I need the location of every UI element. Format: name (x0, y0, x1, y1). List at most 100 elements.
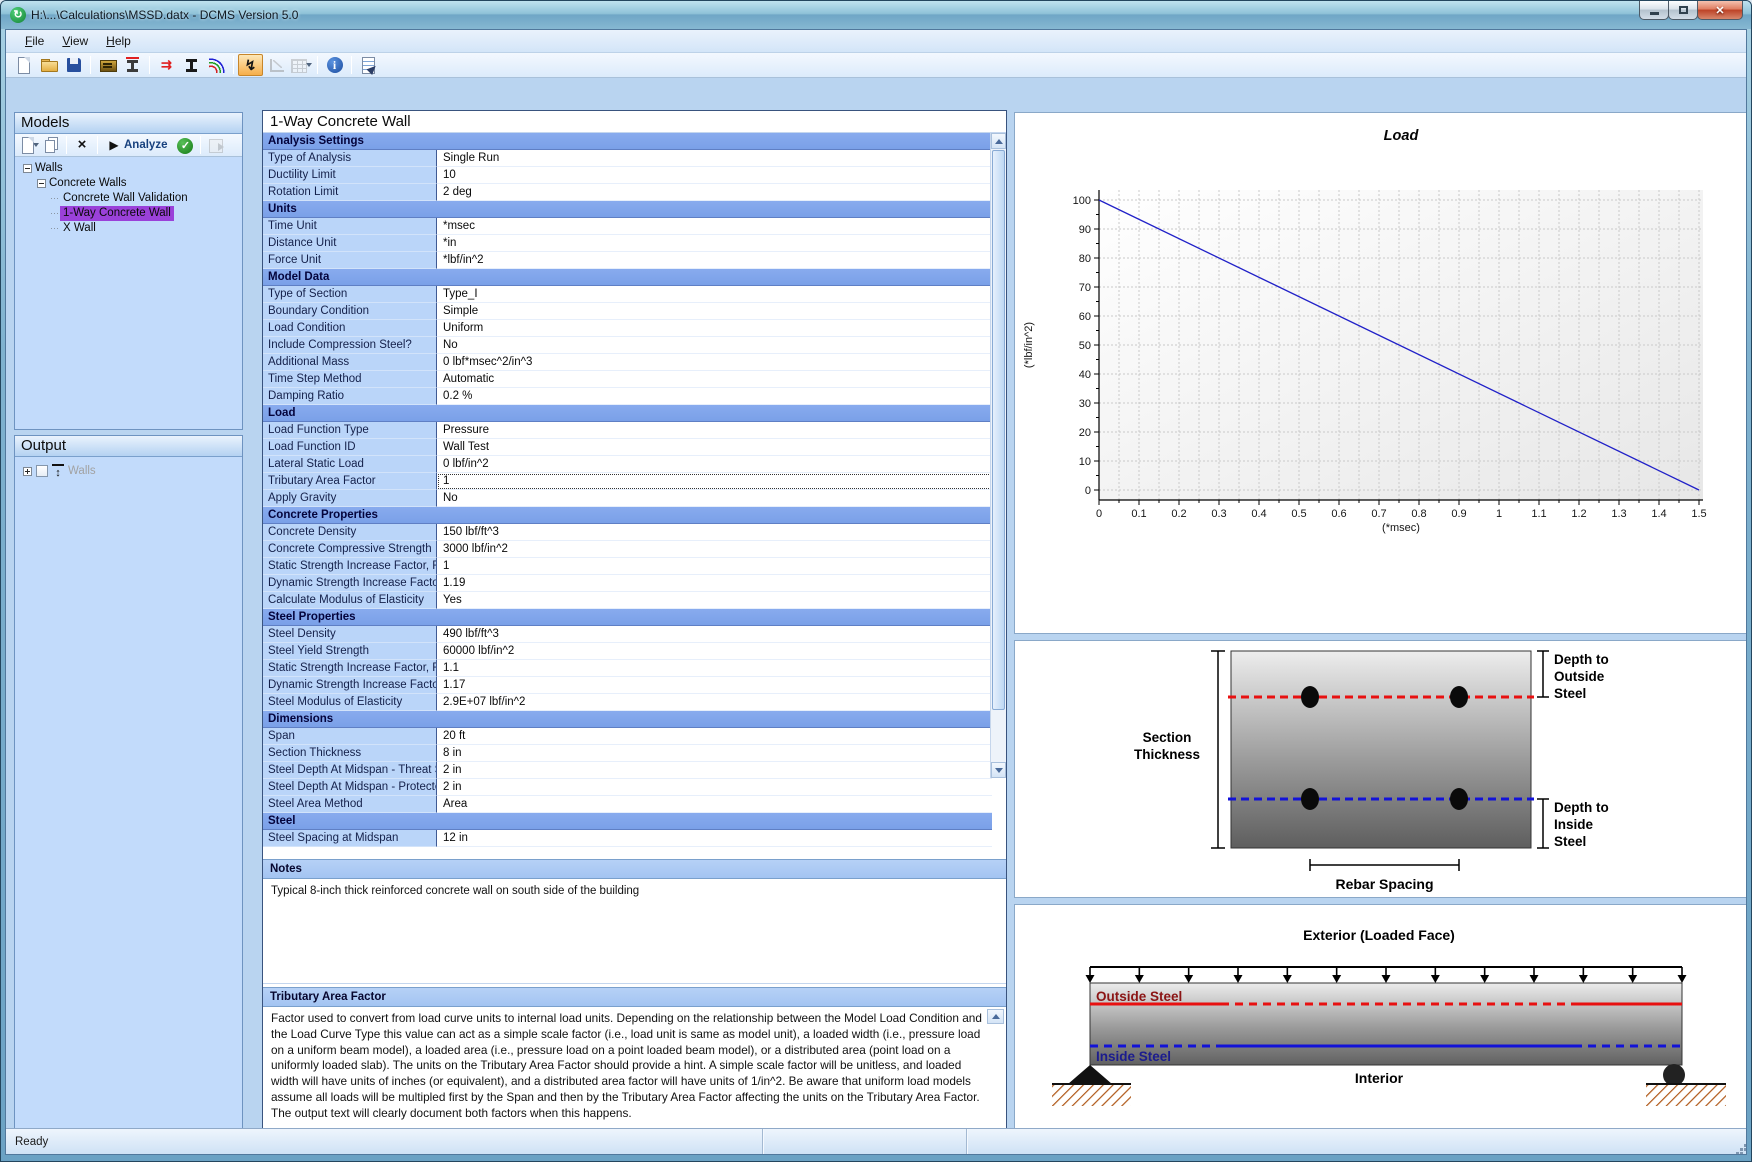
grid-row-value[interactable]: Area (437, 796, 992, 813)
grid-row-value[interactable]: 1.19 (437, 575, 992, 592)
grid-row[interactable]: Time Step MethodAutomatic (263, 371, 992, 388)
close-button[interactable]: ✕ (1697, 1, 1743, 20)
grid-row-value[interactable]: 8 in (437, 745, 992, 762)
notes-textarea[interactable]: Typical 8-inch thick reinforced concrete… (263, 879, 1006, 984)
save-icon[interactable] (61, 54, 86, 76)
grid-row[interactable]: Dynamic Strength Increase Factor, Fy1.17 (263, 677, 992, 694)
grid-row-value[interactable]: No (437, 337, 992, 354)
grid-row[interactable]: Type of AnalysisSingle Run (263, 150, 992, 167)
grid-row[interactable]: Steel Area MethodArea (263, 796, 992, 813)
grid-row[interactable]: Distance Unit*in (263, 235, 992, 252)
tree-item-concrete-wall-validation[interactable]: Concrete Wall Validation (15, 191, 242, 206)
grid-row-value[interactable]: 3000 lbf/in^2 (437, 541, 992, 558)
grid-row-value[interactable]: 12 in (437, 830, 992, 847)
grid-row[interactable]: Additional Mass0 lbf*msec^2/in^3 (263, 354, 992, 371)
grid-row-value[interactable]: 2 in (437, 779, 992, 796)
tree-expander-icon[interactable] (37, 179, 46, 188)
report-icon[interactable] (356, 54, 381, 76)
load-curves-icon[interactable] (204, 54, 229, 76)
grid-row-value[interactable]: *msec (437, 218, 992, 235)
scroll-down-button[interactable] (991, 762, 1006, 778)
grid-row[interactable]: Span20 ft (263, 728, 992, 745)
grid-row[interactable]: Steel Modulus of Elasticity2.9E+07 lbf/i… (263, 694, 992, 711)
output-checkbox[interactable] (36, 465, 48, 477)
grid-row-value[interactable]: 0 lbf*msec^2/in^3 (437, 354, 992, 371)
tree-expander-icon[interactable] (23, 467, 32, 476)
grid-row[interactable]: Ductility Limit10 (263, 167, 992, 184)
grid-row-value[interactable]: 1.1 (437, 660, 992, 677)
grid-row-value[interactable]: *in (437, 235, 992, 252)
grid-row-value[interactable]: 10 (437, 167, 992, 184)
info-icon[interactable] (322, 54, 347, 76)
grid-row-value[interactable]: Wall Test (437, 439, 992, 456)
results-table-icon[interactable] (288, 54, 313, 76)
grid-row[interactable]: Include Compression Steel?No (263, 337, 992, 354)
loads-icon[interactable]: ⇉ (154, 54, 179, 76)
grid-row[interactable]: Boundary ConditionSimple (263, 303, 992, 320)
scrollbar-thumb[interactable] (992, 150, 1005, 710)
minimize-button[interactable] (1639, 1, 1669, 20)
menu-help[interactable]: Help (97, 31, 140, 51)
grid-row[interactable]: Steel Density490 lbf/ft^3 (263, 626, 992, 643)
grid-row[interactable]: Time Unit*msec (263, 218, 992, 235)
analyze-button[interactable]: ▶Analyze (102, 135, 174, 155)
menu-file[interactable]: File (16, 31, 53, 51)
batch-run-button[interactable] (205, 135, 227, 155)
materials-icon[interactable] (95, 54, 120, 76)
grid-row-value[interactable]: 2.9E+07 lbf/in^2 (437, 694, 992, 711)
grid-row-value[interactable]: 490 lbf/ft^3 (437, 626, 992, 643)
grid-row[interactable]: Load Function IDWall Test (263, 439, 992, 456)
grid-row[interactable]: Apply GravityNo (263, 490, 992, 507)
copy-model-button[interactable] (40, 135, 62, 155)
output-item-walls[interactable]: ↕Walls (15, 463, 242, 479)
restore-button[interactable] (1668, 1, 1698, 20)
grid-row-value[interactable]: *lbf/in^2 (437, 252, 992, 269)
grid-row[interactable]: Lateral Static Load0 lbf/in^2 (263, 456, 992, 473)
grid-row-value[interactable]: 0.2 % (437, 388, 992, 405)
grid-row-value[interactable]: Type_I (437, 286, 992, 303)
grid-row[interactable]: Concrete Compressive Strength3000 lbf/in… (263, 541, 992, 558)
tree-item-walls[interactable]: Walls (15, 161, 242, 176)
grid-row[interactable]: Damping Ratio0.2 % (263, 388, 992, 405)
tree-item-x-wall[interactable]: X Wall (15, 221, 242, 236)
section-properties-icon[interactable] (120, 54, 145, 76)
grid-row[interactable]: Dynamic Strength Increase Factor, Fc1.19 (263, 575, 992, 592)
analyze-status-icon[interactable]: ✓ (174, 135, 196, 155)
grid-row-value[interactable]: No (437, 490, 992, 507)
grid-row[interactable]: Load Function TypePressure (263, 422, 992, 439)
beam-model-icon[interactable] (179, 54, 204, 76)
new-file-icon[interactable] (11, 54, 36, 76)
grid-row[interactable]: Type of SectionType_I (263, 286, 992, 303)
grid-row-value[interactable]: 2 deg (437, 184, 992, 201)
grid-row[interactable]: Steel Yield Strength60000 lbf/in^2 (263, 643, 992, 660)
tree-item-1-way-concrete-wall[interactable]: 1-Way Concrete Wall (15, 206, 242, 221)
tree-expander-icon[interactable] (23, 164, 32, 173)
delete-model-button[interactable]: × (71, 135, 93, 155)
grid-row-value[interactable]: Single Run (437, 150, 992, 167)
grid-row[interactable]: Static Strength Increase Factor, Fc1 (263, 558, 992, 575)
grid-row-value[interactable]: Automatic (437, 371, 992, 388)
grid-row[interactable]: Steel Spacing at Midspan12 in (263, 830, 992, 847)
grid-row-value[interactable]: 1 (437, 473, 992, 490)
grid-row-value[interactable]: 2 in (437, 762, 992, 779)
analyze-icon[interactable]: ↯ (238, 54, 263, 76)
results-chart-icon[interactable] (263, 54, 288, 76)
grid-row[interactable]: Force Unit*lbf/in^2 (263, 252, 992, 269)
grid-row[interactable]: Steel Depth At Midspan - Threat Side2 in (263, 762, 992, 779)
grid-row-value[interactable]: Uniform (437, 320, 992, 337)
grid-row[interactable]: Static Strength Increase Factor, Fy1.1 (263, 660, 992, 677)
grid-scrollbar[interactable] (990, 133, 1006, 778)
grid-row-value[interactable]: 1.17 (437, 677, 992, 694)
grid-row-value[interactable]: 150 lbf/ft^3 (437, 524, 992, 541)
title-bar[interactable]: H:\...\Calculations\MSSD.datx - DCMS Ver… (1, 1, 1751, 29)
scroll-up-button[interactable] (991, 133, 1006, 149)
open-file-icon[interactable] (36, 54, 61, 76)
new-model-button[interactable] (18, 135, 40, 155)
grid-row-value[interactable]: 1 (437, 558, 992, 575)
grid-row[interactable]: Tributary Area Factor1 (263, 473, 992, 490)
grid-row-value[interactable]: Simple (437, 303, 992, 320)
grid-row[interactable]: Load ConditionUniform (263, 320, 992, 337)
grid-row[interactable]: Rotation Limit2 deg (263, 184, 992, 201)
grid-row-value[interactable]: Yes (437, 592, 992, 609)
help-scroll-up-button[interactable] (987, 1009, 1004, 1024)
